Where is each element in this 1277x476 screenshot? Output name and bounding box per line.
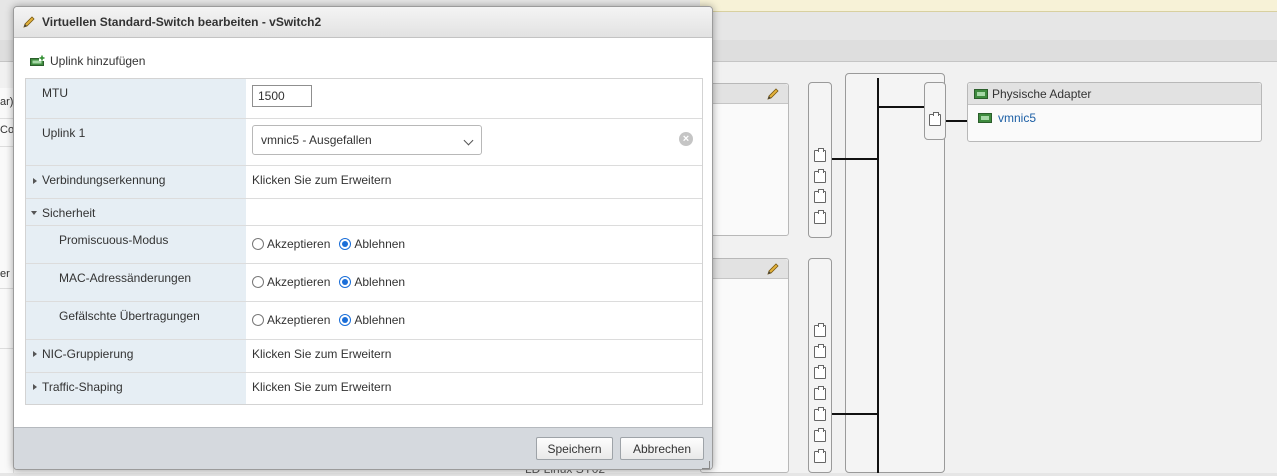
chevron-down-icon	[463, 135, 474, 146]
uplink-1-label: Uplink 1	[42, 126, 86, 140]
cancel-button[interactable]: Abbrechen	[620, 437, 704, 460]
link-discovery-value[interactable]: Klicken Sie zum Erweitern	[252, 173, 391, 187]
vswitch-settings-table: MTU Uplink 1 vmnic5 - Ausgefallen × Verb…	[25, 78, 703, 405]
nic-teaming-label[interactable]: NIC-Gruppierung	[42, 347, 133, 361]
divider	[0, 146, 14, 147]
mtu-label: MTU	[42, 86, 68, 100]
divider	[0, 118, 14, 119]
physical-adapters-header: Physische Adapter	[968, 83, 1261, 105]
port-icon	[814, 169, 826, 183]
row-link-discovery[interactable]: Verbindungserkennung Klicken Sie zum Erw…	[26, 166, 702, 199]
nic-icon	[978, 113, 992, 123]
port-icon	[814, 344, 826, 358]
row-promiscuous-mode: Promiscuous-Modus Akzeptieren Ablehnen	[26, 226, 702, 264]
expand-arrow-icon[interactable]	[33, 351, 37, 357]
link-discovery-label[interactable]: Verbindungserkennung	[42, 173, 165, 187]
wire	[878, 106, 924, 108]
row-uplink-1: Uplink 1 vmnic5 - Ausgefallen ×	[26, 119, 702, 166]
port-icon	[814, 323, 826, 337]
port-column	[808, 258, 832, 473]
physical-adapter-row[interactable]: vmnic5	[968, 105, 1261, 131]
port-icon	[814, 428, 826, 442]
save-button[interactable]: Speichern	[536, 437, 613, 460]
uplink-1-select[interactable]: vmnic5 - Ausgefallen	[252, 125, 482, 155]
traffic-shaping-value[interactable]: Klicken Sie zum Erweitern	[252, 380, 391, 394]
pencil-icon[interactable]	[766, 87, 780, 101]
mtu-input[interactable]	[252, 85, 312, 107]
promiscuous-accept-label[interactable]: Akzeptieren	[267, 237, 330, 251]
row-forged-transmits: Gefälschte Übertragungen Akzeptieren Abl…	[26, 302, 702, 340]
port-icon	[814, 386, 826, 400]
port-group-card	[700, 258, 789, 473]
divider	[0, 348, 14, 349]
mac-changes-radio-group: Akzeptieren Ablehnen	[252, 275, 414, 289]
port-group-header	[701, 259, 788, 279]
edit-vswitch-dialog: Virtuellen Standard-Switch bearbeiten - …	[13, 6, 713, 470]
port-icon	[814, 148, 826, 162]
port-icon	[814, 189, 826, 203]
forged-transmits-accept-radio[interactable]	[252, 314, 264, 326]
left-text-fragment: ar)	[0, 96, 14, 108]
nic-icon	[974, 88, 988, 99]
dialog-title-bar[interactable]: Virtuellen Standard-Switch bearbeiten - …	[14, 7, 712, 38]
port-group-header	[701, 84, 788, 104]
add-uplink-icon	[30, 54, 45, 66]
row-security[interactable]: Sicherheit	[26, 199, 702, 226]
mac-changes-accept-radio[interactable]	[252, 276, 264, 288]
forged-transmits-accept-label[interactable]: Akzeptieren	[267, 313, 330, 327]
port-group-card	[700, 83, 789, 236]
traffic-shaping-label[interactable]: Traffic-Shaping	[42, 380, 123, 394]
uplink-1-selected-value: vmnic5 - Ausgefallen	[261, 133, 372, 147]
forged-transmits-radio-group: Akzeptieren Ablehnen	[252, 313, 414, 327]
promiscuous-mode-radio-group: Akzeptieren Ablehnen	[252, 237, 414, 251]
physical-adapters-title: Physische Adapter	[992, 86, 1092, 101]
promiscuous-reject-label[interactable]: Ablehnen	[354, 237, 405, 251]
mac-changes-reject-label[interactable]: Ablehnen	[354, 275, 405, 289]
collapse-arrow-icon[interactable]	[31, 211, 37, 215]
port-icon	[929, 112, 941, 126]
left-properties-column: ar) Co er	[0, 88, 14, 473]
forged-transmits-reject-radio[interactable]	[339, 314, 352, 326]
physical-adapter-link[interactable]: vmnic5	[998, 111, 1036, 125]
row-mtu: MTU	[26, 79, 702, 119]
security-label[interactable]: Sicherheit	[42, 206, 95, 220]
mac-changes-reject-radio[interactable]	[339, 276, 352, 288]
dialog-footer: Speichern Abbrechen	[14, 427, 712, 469]
resize-handle-icon[interactable]	[702, 461, 710, 469]
wire	[832, 158, 878, 160]
notification-bar	[700, 0, 1277, 12]
wire	[832, 413, 878, 415]
row-traffic-shaping[interactable]: Traffic-Shaping Klicken Sie zum Erweiter…	[26, 373, 702, 406]
promiscuous-reject-radio[interactable]	[339, 238, 352, 250]
physical-adapters-card: Physische Adapter vmnic5	[967, 82, 1262, 142]
port-icon	[814, 365, 826, 379]
dialog-title: Virtuellen Standard-Switch bearbeiten - …	[42, 15, 322, 29]
row-nic-teaming[interactable]: NIC-Gruppierung Klicken Sie zum Erweiter…	[26, 340, 702, 373]
nic-teaming-value[interactable]: Klicken Sie zum Erweitern	[252, 347, 391, 361]
add-uplink-button[interactable]: Uplink hinzufügen	[30, 54, 145, 68]
promiscuous-accept-radio[interactable]	[252, 238, 264, 250]
forged-transmits-reject-label[interactable]: Ablehnen	[354, 313, 405, 327]
wire	[946, 120, 968, 122]
remove-uplink-icon[interactable]: ×	[679, 132, 693, 146]
row-mac-address-changes: MAC-Adressänderungen Akzeptieren Ablehne…	[26, 264, 702, 302]
mac-changes-label: MAC-Adressänderungen	[59, 271, 192, 285]
pencil-icon[interactable]	[766, 262, 780, 276]
pencil-icon	[23, 16, 35, 28]
promiscuous-mode-label: Promiscuous-Modus	[59, 233, 169, 247]
mac-changes-accept-label[interactable]: Akzeptieren	[267, 275, 330, 289]
left-text-fragment: Co	[0, 124, 15, 136]
add-uplink-label: Uplink hinzufügen	[50, 54, 146, 68]
expand-arrow-icon[interactable]	[33, 178, 37, 184]
port-icon	[814, 449, 826, 463]
expand-arrow-icon[interactable]	[33, 384, 37, 390]
uplink-port-column	[924, 82, 946, 140]
forged-transmits-label: Gefälschte Übertragungen	[59, 309, 200, 323]
port-icon	[814, 407, 826, 421]
divider	[0, 288, 14, 289]
left-text-fragment: er	[0, 268, 10, 280]
port-column	[808, 82, 832, 238]
port-icon	[814, 210, 826, 224]
